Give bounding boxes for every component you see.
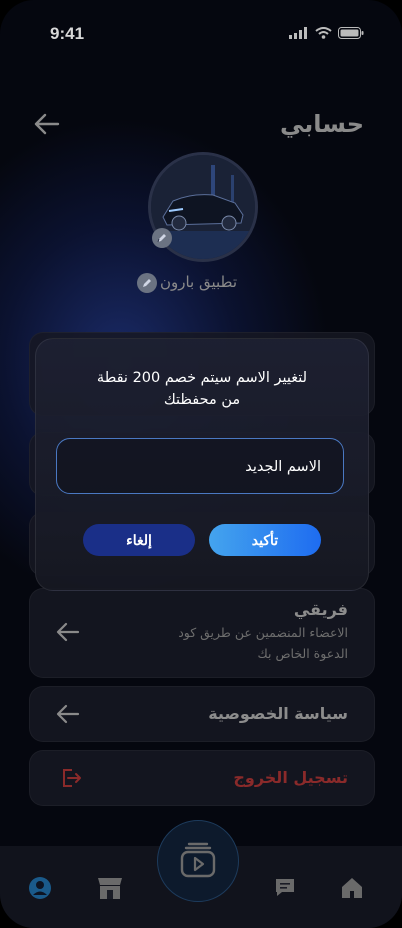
edit-pencil-icon [143,279,151,287]
chat-icon[interactable] [274,876,296,898]
status-time: 9:41 [50,24,85,43]
confirm-button[interactable]: تأكيد [209,524,321,556]
dialog-message: لتغيير الاسم سيتم خصم 200 نقطة من محفظتك [56,367,348,411]
avatar-edit-button[interactable] [152,228,172,248]
status-icons [289,27,364,39]
logout-title: تسجيل الخروج [233,768,348,787]
dialog-message-line1: لتغيير الاسم سيتم خصم 200 نقطة [96,370,308,386]
profile-icon[interactable] [28,876,52,900]
status-bar: 9:41 [0,0,402,70]
team-title: فريقي [293,600,348,619]
arrow-left-icon [56,704,80,724]
team-subtitle-2: الدعوة الخاص بك [257,646,348,661]
menu-item-logout[interactable]: تسجيل الخروج [29,750,375,806]
battery-icon [338,27,364,39]
cancel-button[interactable]: إلغاء [83,524,195,556]
privacy-title: سياسة الخصوصية [208,704,348,723]
dialog-message-line2: من محفظتك [163,392,241,408]
center-action-button[interactable] [157,820,239,902]
phone-screen: 9:41 حسابي تطبيق بارون فريقي الاعضاء الم… [0,0,402,928]
wifi-icon [315,27,332,39]
profile-username: تطبيق بارون [159,273,237,291]
home-icon[interactable] [340,876,364,900]
store-icon[interactable] [96,876,124,900]
back-arrow-icon[interactable] [34,112,60,136]
new-name-input[interactable]: الاسم الجديد [56,438,344,494]
menu-item-team[interactable]: فريقي الاعضاء المنضمين عن طريق كود الدعو… [29,588,375,678]
rename-dialog: لتغيير الاسم سيتم خصم 200 نقطة من محفظتك… [35,338,369,591]
menu-item-privacy[interactable]: سياسة الخصوصية [29,686,375,742]
edit-pencil-icon [157,234,166,243]
logout-icon [63,769,81,787]
arrow-left-icon [56,622,80,642]
username-edit-button[interactable] [137,273,157,293]
team-subtitle-1: الاعضاء المنضمين عن طريق كود [178,625,348,640]
page-title: حسابي [279,110,364,138]
video-library-icon [180,842,216,878]
signal-icon [289,27,307,39]
